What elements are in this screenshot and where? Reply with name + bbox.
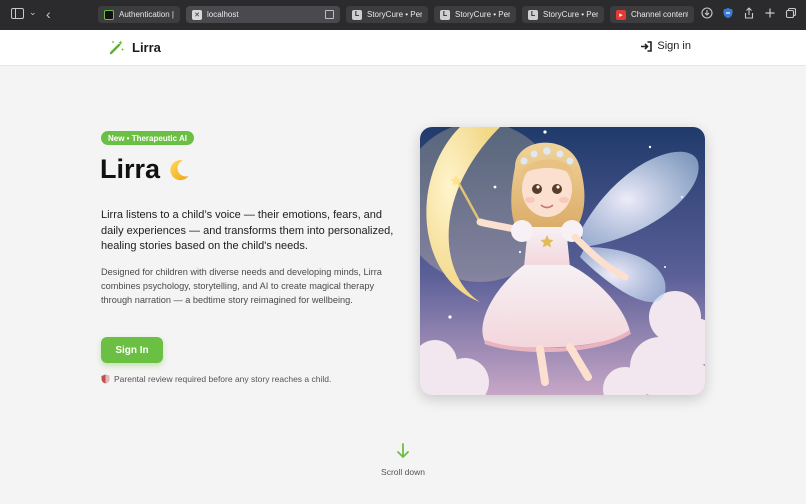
browser-toolbar: ⌄ ‹ Authentication |... ✕ localhost L St…: [0, 0, 806, 30]
hero-title-text: Lirra: [100, 154, 161, 184]
fairy-illustration: [420, 127, 705, 395]
tab-title: localhost: [207, 10, 239, 19]
tab-favicon-icon: L: [440, 9, 450, 20]
sidebar-toggle-icon[interactable]: [11, 8, 24, 19]
tab-favicon-icon: [104, 9, 114, 20]
chevron-down-icon[interactable]: ⌄: [29, 7, 37, 18]
parental-note: Parental review required before any stor…: [101, 374, 331, 384]
crescent-moon-icon: [170, 159, 189, 180]
tab-favicon-icon: ✕: [192, 9, 202, 20]
share-icon[interactable]: [743, 7, 755, 22]
logo[interactable]: Lirra: [109, 39, 161, 55]
tab-title: Authentication |...: [119, 10, 174, 19]
download-icon[interactable]: [701, 7, 713, 22]
tab-favicon-icon: L: [528, 9, 538, 20]
back-icon[interactable]: ‹: [46, 6, 51, 22]
magic-wand-icon: [109, 40, 124, 55]
logo-text: Lirra: [132, 39, 161, 55]
feature-badge: New • Therapeutic AI: [101, 131, 194, 145]
tab-title: StoryCure • Per...: [455, 10, 510, 19]
browser-tab[interactable]: L StoryCure • Per...: [346, 6, 428, 23]
login-icon: [641, 40, 653, 52]
header-signin-link[interactable]: Sign in: [640, 40, 691, 52]
hero-title: Lirra: [100, 154, 192, 185]
browser-tab[interactable]: Authentication |...: [98, 6, 180, 23]
hero-description: Designed for children with diverse needs…: [101, 267, 382, 305]
site-header: Lirra Sign in: [0, 30, 806, 66]
tab-favicon-icon: L: [352, 9, 362, 20]
signin-button[interactable]: Sign In: [101, 337, 163, 363]
browser-tab-active[interactable]: ✕ localhost: [186, 6, 340, 23]
shield-icon: [101, 374, 110, 384]
tab-title: StoryCure • Per...: [543, 10, 598, 19]
tab-title: Channel content...: [631, 10, 688, 19]
browser-tab[interactable]: ▸ Channel content...: [610, 6, 694, 23]
fairy-illustration-art: [420, 127, 705, 395]
tab-title: StoryCure • Per...: [367, 10, 422, 19]
tab-overview-icon[interactable]: [785, 7, 797, 22]
youtube-icon: ▸: [616, 9, 626, 20]
hero-lead: Lirra listens to a child’s voice — their…: [101, 209, 394, 252]
reader-icon[interactable]: [325, 10, 334, 19]
shield-extension-icon[interactable]: [722, 7, 734, 22]
arrow-down-icon[interactable]: [396, 443, 410, 459]
scroll-down-label[interactable]: Scroll down: [0, 467, 806, 477]
browser-tab[interactable]: L StoryCure • Per...: [434, 6, 516, 23]
parental-note-text: Parental review required before any stor…: [114, 374, 332, 384]
header-signin-label: Sign in: [657, 40, 691, 52]
new-tab-icon[interactable]: [764, 7, 776, 22]
browser-tab[interactable]: L StoryCure • Per...: [522, 6, 604, 23]
